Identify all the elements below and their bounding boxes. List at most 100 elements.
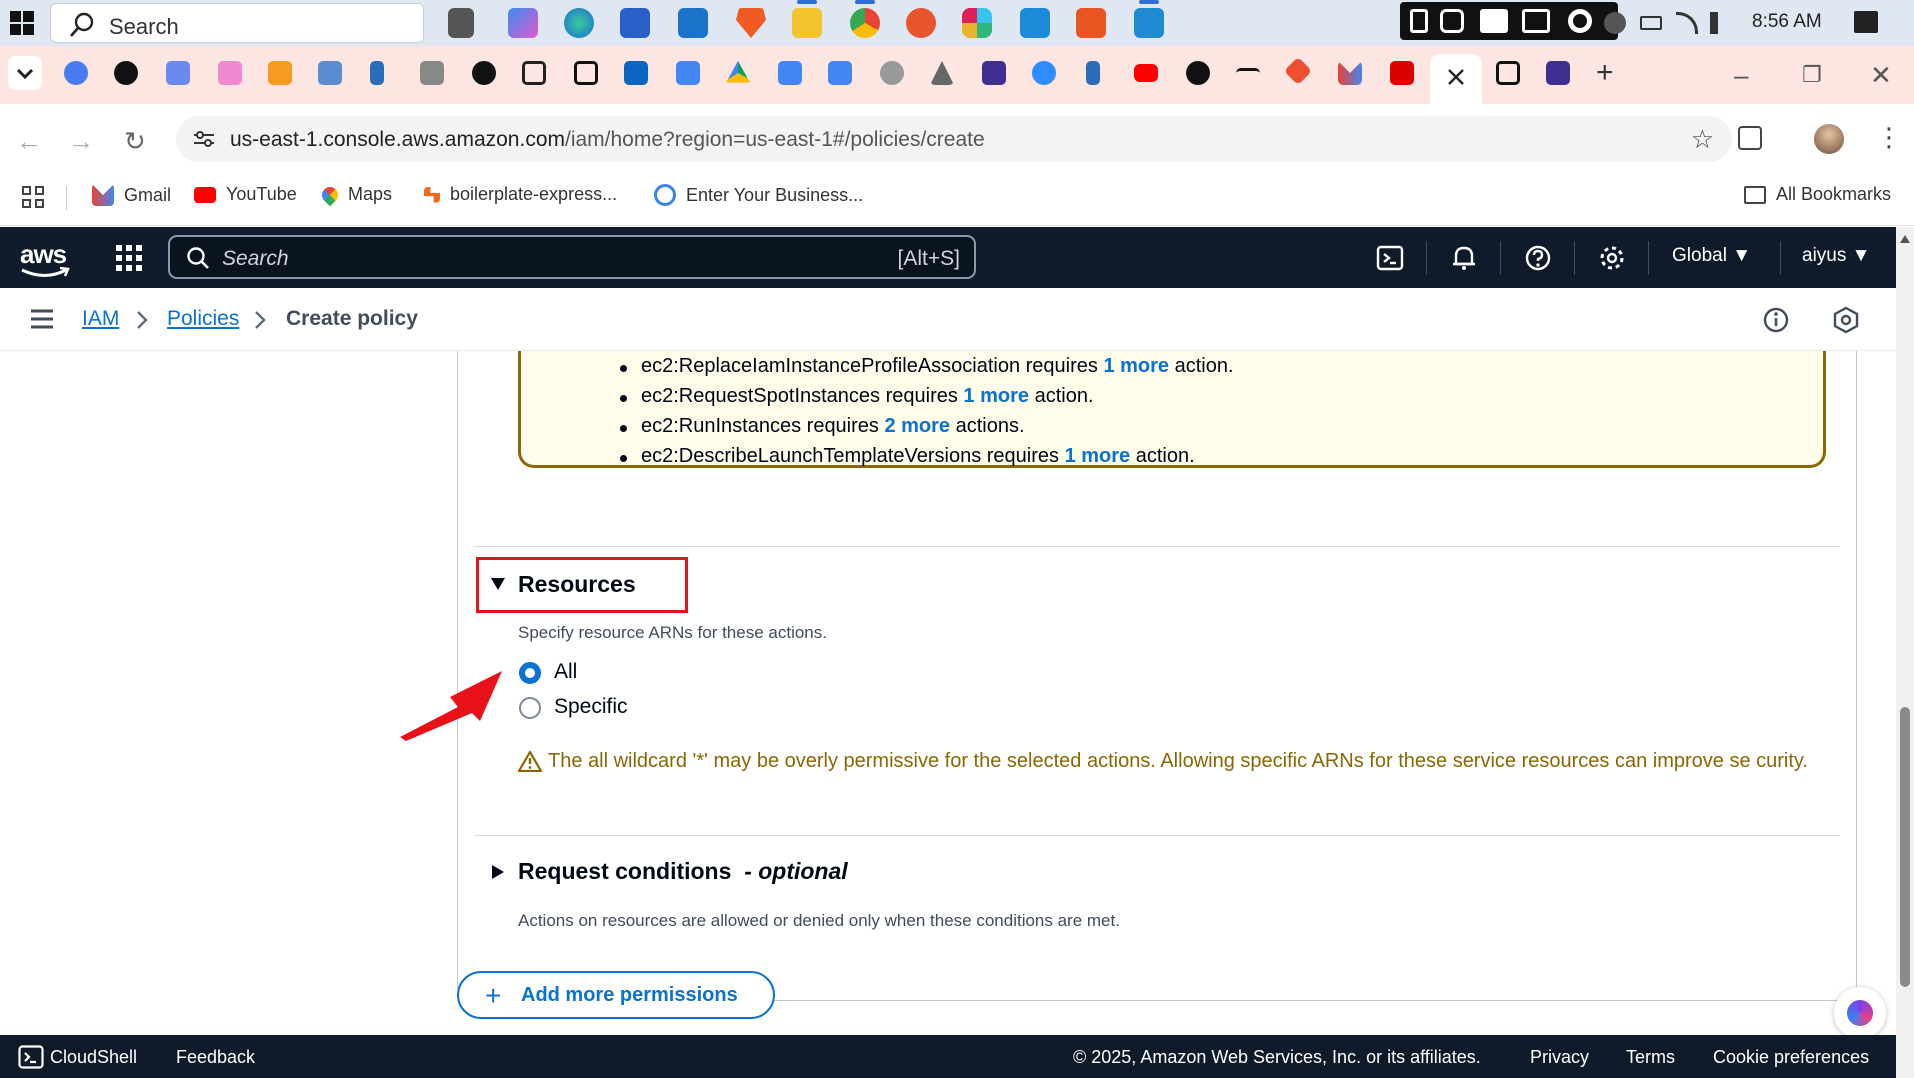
zoom-icon[interactable] — [1032, 61, 1056, 85]
caret-down-icon[interactable] — [491, 578, 505, 590]
openai-icon[interactable] — [1186, 61, 1210, 85]
bookmark-star-icon[interactable]: ☆ — [1691, 124, 1714, 155]
tab-favicon[interactable] — [982, 61, 1006, 85]
all-bookmarks-button[interactable]: All Bookmarks — [1744, 184, 1891, 205]
brave-icon[interactable] — [736, 8, 766, 38]
wifi-icon[interactable] — [1676, 12, 1698, 34]
window-close-button[interactable]: ✕ — [1870, 60, 1892, 91]
volume-icon[interactable] — [1710, 12, 1726, 34]
breadcrumb-policies[interactable]: Policies — [167, 307, 239, 331]
docs-icon[interactable] — [778, 61, 802, 85]
cookie-preferences-link[interactable]: Cookie preferences — [1713, 1047, 1869, 1068]
store-icon[interactable] — [620, 8, 650, 38]
tab-favicon[interactable] — [318, 61, 342, 85]
windows-start-icon[interactable] — [10, 11, 34, 35]
terms-link[interactable]: Terms — [1626, 1047, 1675, 1068]
settings-gear-icon[interactable] — [1568, 9, 1592, 33]
aws-logo[interactable]: aws — [20, 239, 70, 277]
app-icon[interactable] — [1020, 8, 1050, 38]
feedback-link[interactable]: Feedback — [176, 1047, 255, 1068]
radio-specific-label[interactable]: Specific — [554, 695, 628, 719]
scrollbar-thumb[interactable] — [1900, 707, 1910, 987]
cloudshell-link[interactable]: CloudShell — [50, 1047, 137, 1068]
onedrive-icon[interactable] — [1604, 12, 1626, 34]
active-tab[interactable] — [1430, 54, 1482, 104]
resources-heading[interactable]: Resources — [518, 571, 636, 598]
new-tab-button[interactable]: + — [1596, 56, 1614, 90]
gmail-icon[interactable] — [1338, 61, 1362, 85]
bookmark-youtube[interactable]: YouTube — [194, 184, 297, 205]
assistant-button[interactable] — [1834, 987, 1886, 1035]
browser-menu-icon[interactable]: ⋮ — [1876, 122, 1902, 153]
app-icon[interactable] — [906, 8, 936, 38]
request-conditions-heading[interactable]: Request conditions - optional — [518, 858, 848, 885]
drive-icon[interactable] — [726, 61, 750, 83]
tab-favicon[interactable] — [370, 61, 384, 85]
more-actions-link[interactable]: 1 more — [963, 385, 1029, 407]
radio-all-label[interactable]: All — [554, 660, 577, 684]
snip-icon[interactable] — [1410, 9, 1428, 33]
youtube-icon[interactable] — [1134, 64, 1158, 82]
reload-button[interactable]: ↻ — [124, 126, 146, 157]
profile-avatar[interactable] — [1814, 124, 1844, 154]
tab-favicon[interactable] — [420, 61, 444, 85]
git-icon[interactable] — [1283, 56, 1313, 86]
docs-icon[interactable] — [676, 61, 700, 85]
vscode-icon[interactable] — [1134, 8, 1164, 38]
linkedin-icon[interactable] — [624, 61, 648, 85]
bookmark-gmail[interactable]: Gmail — [92, 184, 171, 206]
tab-favicon[interactable] — [1086, 61, 1100, 85]
gear-icon[interactable] — [1598, 244, 1626, 272]
task-view-icon[interactable] — [448, 8, 474, 38]
tab-favicon[interactable] — [1496, 61, 1520, 85]
more-actions-link[interactable]: 2 more — [884, 415, 950, 437]
bell-icon[interactable] — [1450, 244, 1478, 272]
address-bar[interactable]: us-east-1.console.aws.amazon.com/iam/hom… — [176, 116, 1732, 162]
more-actions-link[interactable]: 1 more — [1103, 355, 1169, 377]
ubuntu-icon[interactable] — [1076, 8, 1106, 38]
slack-icon[interactable] — [962, 8, 992, 38]
clock[interactable]: 8:56 AM — [1752, 11, 1822, 33]
bookmark-boilerplate[interactable]: boilerplate-express... — [424, 184, 617, 205]
services-menu-icon[interactable] — [116, 245, 142, 271]
tab-search-button[interactable] — [8, 56, 42, 90]
tab-favicon[interactable] — [1390, 61, 1414, 85]
forward-button[interactable]: → — [68, 126, 94, 157]
radio-all[interactable] — [519, 662, 541, 684]
bookmark-maps[interactable]: Maps — [318, 183, 392, 206]
copilot-icon[interactable] — [508, 8, 538, 38]
tab-favicon[interactable] — [268, 61, 292, 85]
apps-grid-icon[interactable] — [22, 186, 44, 208]
edge-icon[interactable] — [564, 8, 594, 38]
tab-favicon[interactable] — [522, 61, 546, 85]
video-icon[interactable] — [1480, 9, 1508, 33]
tab-favicon[interactable] — [218, 61, 242, 85]
file-explorer-icon[interactable] — [792, 8, 822, 38]
cloudshell-icon[interactable] — [1376, 244, 1404, 272]
minimize-button[interactable]: – — [1734, 60, 1748, 91]
tab-favicon[interactable] — [930, 61, 954, 85]
hamburger-menu-icon[interactable] — [30, 308, 54, 330]
taskbar-search-box[interactable]: Search — [50, 3, 424, 43]
restore-button[interactable]: ❐ — [1802, 62, 1822, 88]
window-capture-icon[interactable] — [1522, 9, 1550, 33]
outlook-icon[interactable] — [678, 8, 708, 38]
chrome-icon[interactable] — [850, 8, 880, 38]
github-icon[interactable] — [114, 61, 138, 85]
tab-favicon[interactable] — [880, 61, 904, 85]
caret-right-icon[interactable] — [492, 865, 504, 879]
battery-icon[interactable] — [1640, 16, 1662, 30]
region-selector[interactable]: Global ▼ — [1672, 245, 1751, 267]
extensions-icon[interactable] — [1738, 126, 1762, 150]
breadcrumb-iam[interactable]: IAM — [82, 307, 119, 331]
more-actions-link[interactable]: 1 more — [1065, 445, 1131, 467]
scroll-up-icon[interactable] — [1900, 235, 1910, 243]
docs-icon[interactable] — [828, 61, 852, 85]
camera-icon[interactable] — [1440, 9, 1464, 33]
cloudshell-icon[interactable] — [18, 1045, 44, 1069]
tab-favicon[interactable] — [472, 61, 496, 85]
tab-favicon[interactable] — [1546, 61, 1570, 85]
privacy-link[interactable]: Privacy — [1530, 1047, 1589, 1068]
bookmark-business[interactable]: Enter Your Business... — [654, 184, 863, 206]
info-icon[interactable] — [1762, 306, 1790, 334]
